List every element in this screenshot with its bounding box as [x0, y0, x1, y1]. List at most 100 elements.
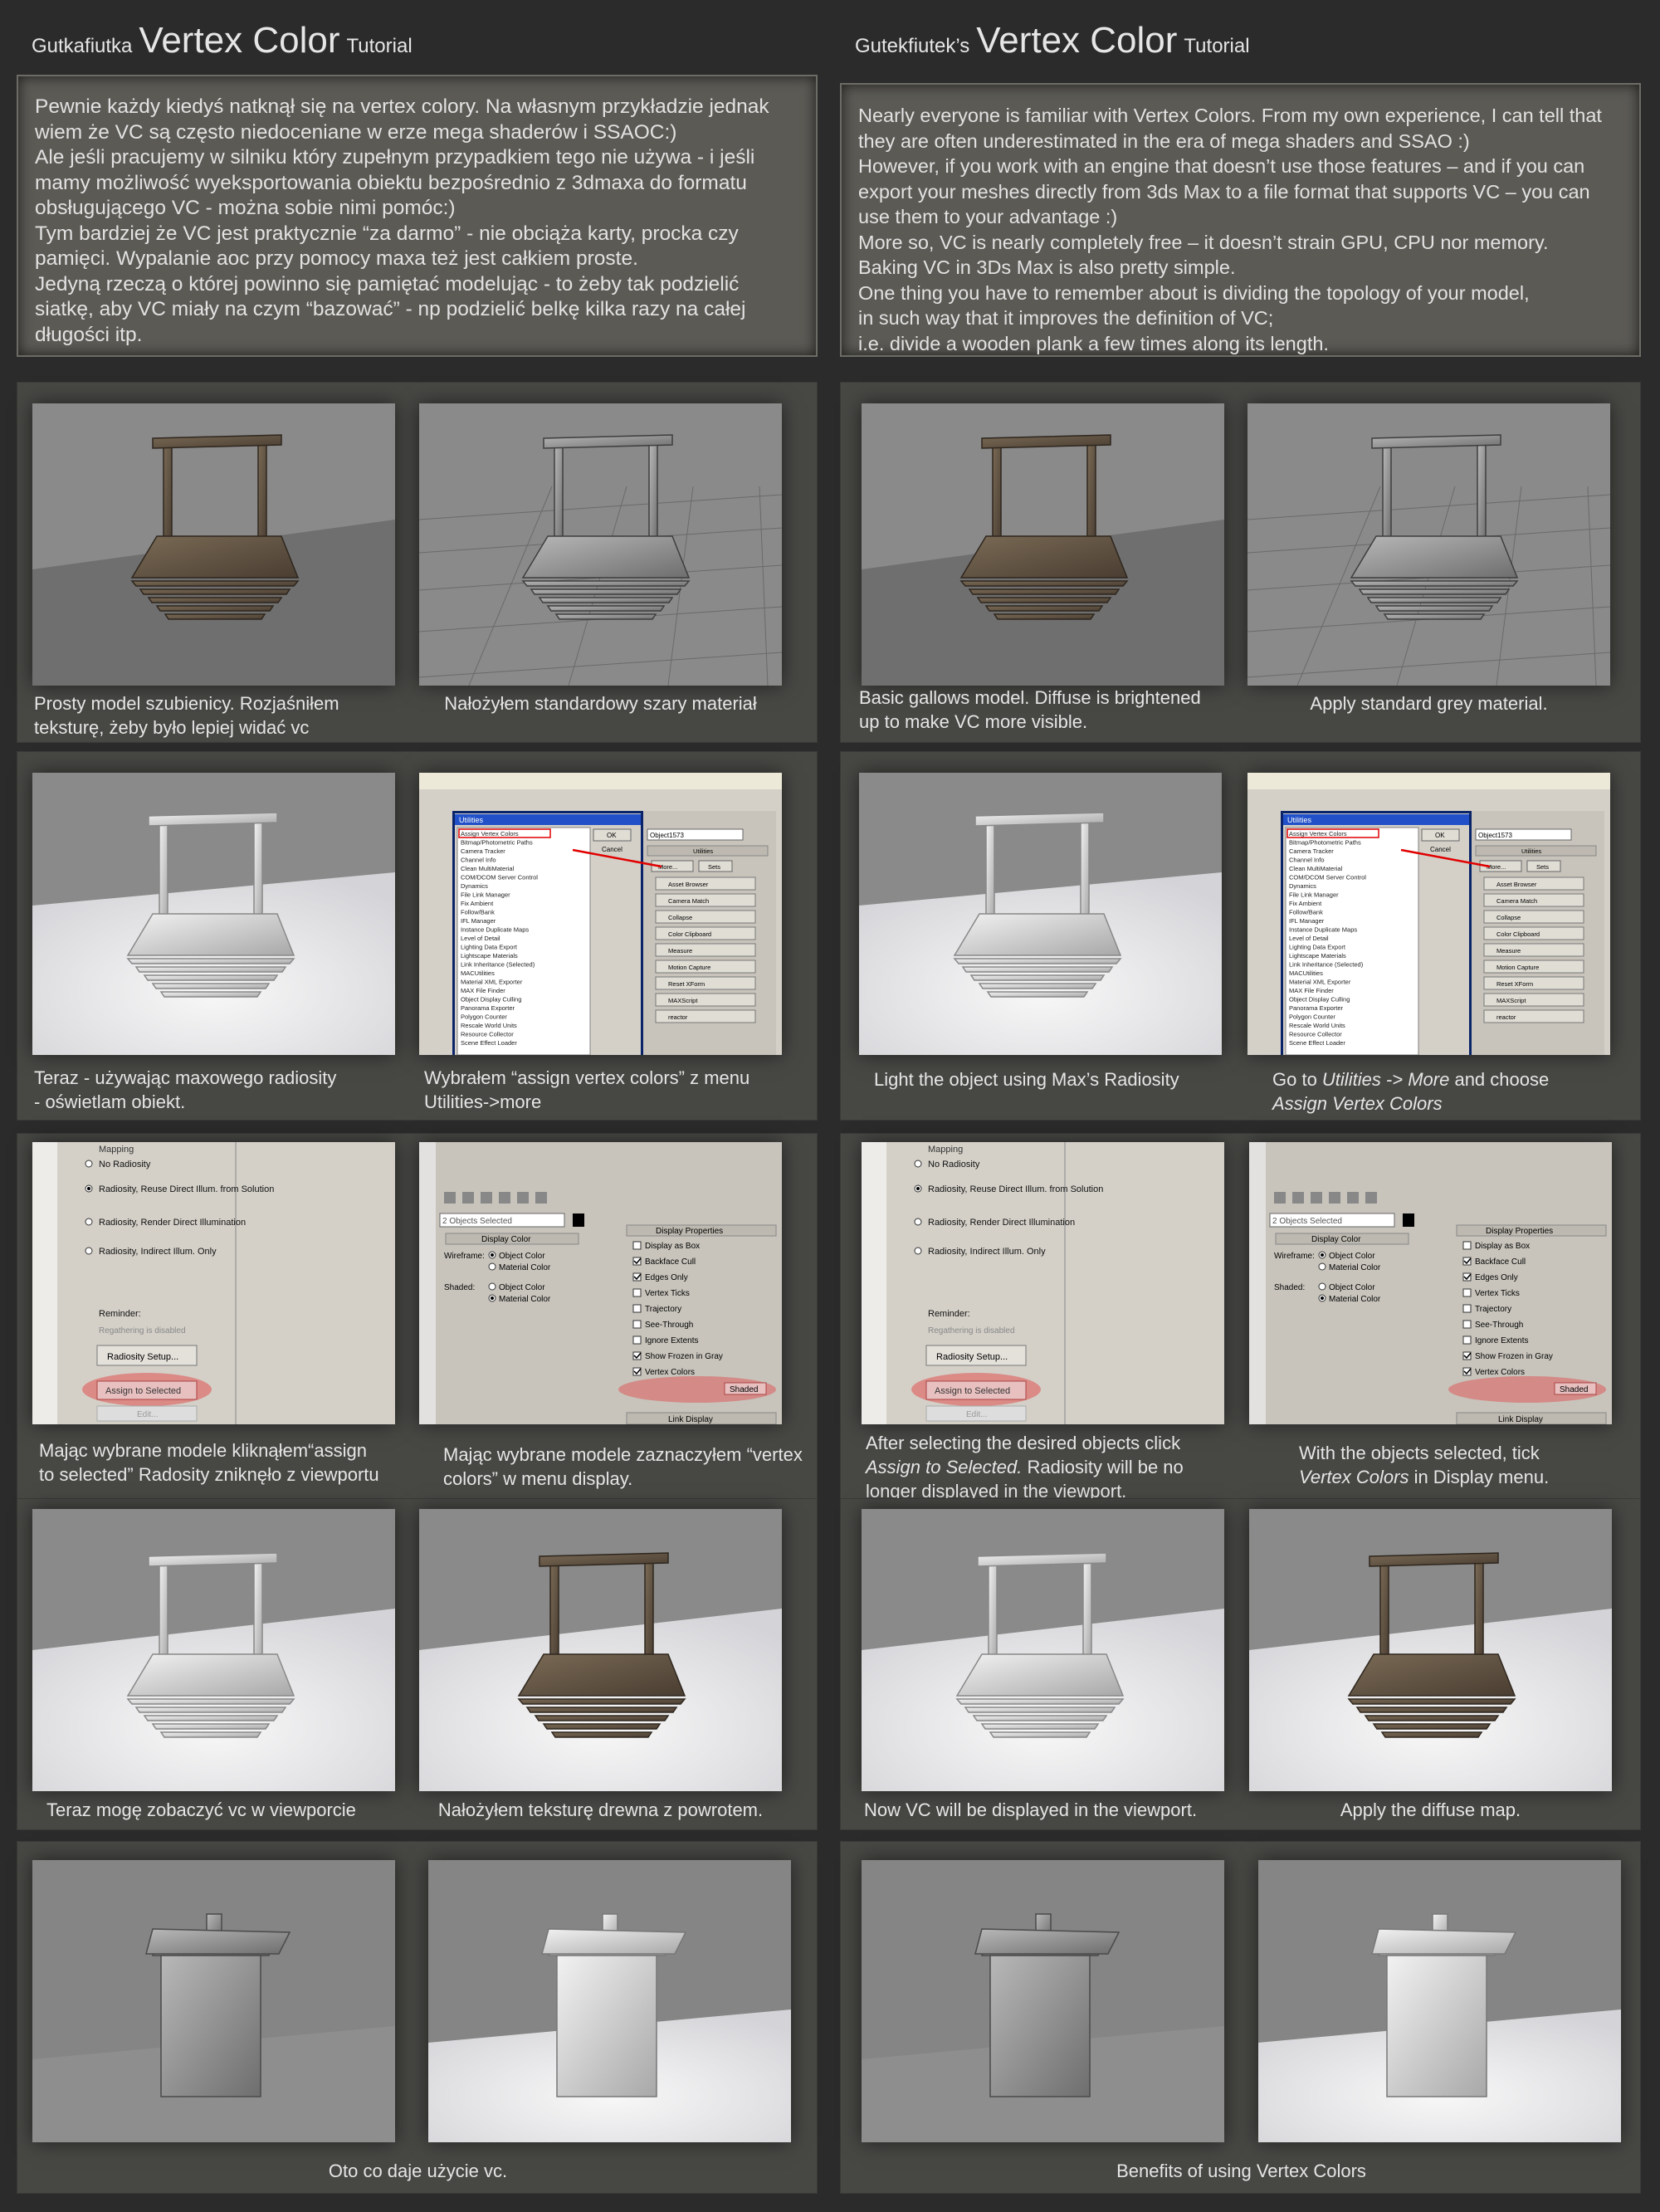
display-panel-screenshot: 2 Objects Selected Display Color Wirefra…: [419, 1142, 782, 1424]
utility-list-item: Lightscape Materials: [461, 952, 518, 960]
svg-text:Object1573: Object1573: [1478, 832, 1512, 839]
display-property-label: Ignore Extents: [645, 1336, 698, 1345]
intro-line: One thing you have to remember about is …: [858, 281, 1530, 304]
svg-text:Wireframe:: Wireframe:: [444, 1252, 485, 1261]
svg-text:Link Display: Link Display: [1498, 1415, 1543, 1424]
intro-line: Pewnie każdy kiedyś natknął się na verte…: [35, 95, 769, 118]
utility-list-item: Scene Effect Loader: [1289, 1039, 1345, 1047]
caption: Basic gallows model. Diffuse is brighten…: [859, 687, 1201, 732]
utility-button-label: Asset Browser: [1496, 881, 1537, 888]
svg-text:Object Color: Object Color: [499, 1283, 545, 1292]
checkbox: [632, 1336, 642, 1345]
utility-button-label: Reset XForm: [668, 980, 705, 988]
intro-panel: Pewnie każdy kiedyś natknął się na verte…: [17, 75, 818, 357]
utility-list-item: Fix Ambient: [461, 900, 494, 907]
utility-list-item: Camera Tracker: [1289, 847, 1334, 855]
radiosity-option: Radiosity, Reuse Direct Illum. from Solu…: [928, 1184, 1103, 1194]
utility-button-label: Color Clipboard: [668, 930, 711, 938]
utility-button-label: Asset Browser: [668, 881, 709, 888]
display-property-label: Show Frozen in Gray: [645, 1352, 723, 1361]
svg-text:OK: OK: [607, 832, 617, 839]
intro-line: in such way that it improves the definit…: [858, 307, 1274, 329]
utility-list-item: Lighting Data Export: [461, 944, 518, 951]
svg-text:Assign to Selected: Assign to Selected: [105, 1386, 181, 1396]
utility-list-item: Assign Vertex Colors: [1289, 830, 1347, 837]
radio-dot: [916, 1187, 920, 1190]
svg-text:Shaded: Shaded: [730, 1385, 758, 1394]
svg-text:Object Color: Object Color: [1329, 1252, 1375, 1261]
house-vc-render: [1258, 1860, 1621, 2142]
checkbox: [1462, 1241, 1472, 1250]
svg-text:Object Color: Object Color: [1329, 1283, 1375, 1292]
step-section-5: Benefits of using Vertex Colors: [840, 1841, 1641, 2194]
utility-button-label: Camera Match: [1496, 897, 1537, 905]
utility-list-item: Bitmap/Photometric Paths: [1289, 839, 1361, 847]
svg-text:Sets: Sets: [708, 863, 720, 871]
svg-text:2 Objects Selected: 2 Objects Selected: [442, 1217, 512, 1226]
svg-text:Display Properties: Display Properties: [1486, 1227, 1553, 1236]
checkbox: [632, 1320, 642, 1329]
radiosity-option: Radiosity, Render Direct Illumination: [99, 1218, 246, 1228]
intro-line: pamięci. Wypalanie aoc przy pomocy maxa …: [35, 247, 638, 270]
intro-line: mamy możliwość wyeksportowania obiektu b…: [35, 171, 747, 194]
display-property-label: Display as Box: [645, 1242, 700, 1251]
intro-line: export your meshes directly from 3ds Max…: [858, 180, 1590, 203]
svg-text:Display Properties: Display Properties: [656, 1227, 723, 1236]
utility-list-item: Material XML Exporter: [1289, 979, 1351, 986]
step-section-1: Basic gallows model. Diffuse is brighten…: [840, 382, 1641, 743]
utility-button-label: Camera Match: [668, 897, 709, 905]
caption: Apply the diffuse map.: [1340, 1799, 1521, 1820]
svg-text:Mapping: Mapping: [928, 1145, 963, 1155]
svg-text:Utilities: Utilities: [1521, 847, 1541, 855]
caption: Teraz - używając maxowego radiosity - oś…: [34, 1067, 337, 1112]
svg-text:Shaded:: Shaded:: [1274, 1283, 1305, 1292]
utilities-window-title: Utilities: [1287, 816, 1312, 824]
intro-line: obsługującego VC - można sobie nimi pomó…: [35, 197, 456, 219]
utility-list-item: Follow/Bank: [461, 909, 495, 916]
intro-line: Jedyną rzeczą o której powinno się pamię…: [35, 272, 740, 295]
caption: Oto co daje użycie vc.: [328, 2161, 508, 2181]
radio-button: [85, 1218, 93, 1226]
house-grey-render: [32, 1860, 395, 2142]
svg-text:Radiosity Setup...: Radiosity Setup...: [936, 1352, 1008, 1362]
display-property-label: Backface Cull: [645, 1257, 696, 1267]
step-section-5: Oto co daje użycie vc.: [17, 1841, 818, 2194]
title-main: Vertex Color: [976, 20, 1178, 61]
display-property-label: Edges Only: [645, 1273, 688, 1282]
gallows-vc-render: [32, 1509, 395, 1791]
utility-button-label: Motion Capture: [1496, 964, 1539, 971]
intro-line: Baking VC in 3Ds Max is also pretty simp…: [858, 256, 1236, 278]
gallows-textured-render: [32, 403, 395, 686]
intro-panel: Nearly everyone is familiar with Vertex …: [840, 83, 1641, 357]
svg-text:Cancel: Cancel: [1430, 846, 1451, 853]
radiosity-option: No Radiosity: [928, 1160, 980, 1169]
utility-list-item: Channel Info: [1289, 857, 1325, 864]
intro-line: More so, VC is nearly completely free – …: [858, 231, 1549, 253]
svg-text:Sets: Sets: [1536, 863, 1549, 871]
svg-text:Material Color: Material Color: [499, 1295, 551, 1304]
utility-list-item: Level of Detail: [461, 935, 500, 942]
utility-list-item: Polygon Counter: [461, 1013, 507, 1021]
utility-button-label: reactor: [1496, 1013, 1516, 1021]
svg-text:Regathering is disabled: Regathering is disabled: [99, 1326, 186, 1336]
utility-list-item: Object Display Culling: [461, 996, 521, 1003]
utility-button-label: Color Clipboard: [1496, 930, 1540, 938]
caption: Nałożyłem teksturę drewna z powrotem.: [437, 1799, 764, 1820]
utility-list-item: Channel Info: [461, 857, 496, 864]
utility-list-item: MAX File Finder: [1289, 987, 1334, 994]
gallows-grey-grid-render: [1247, 403, 1610, 686]
utility-list-item: Panorama Exporter: [1289, 1004, 1344, 1012]
utility-list-item: Material XML Exporter: [461, 979, 523, 986]
utility-button-label: Measure: [1496, 947, 1521, 955]
english-column: Gutekfiutek’s Vertex Color Tutorial Nearly…: [840, 0, 1658, 2212]
caption: Nałożyłem standardowy szary materiał: [444, 693, 757, 714]
utility-list-item: Resource Collector: [461, 1031, 514, 1038]
svg-text:Display Color: Display Color: [1311, 1235, 1361, 1244]
utility-list-item: Bitmap/Photometric Paths: [461, 839, 533, 847]
radiosity-panel-screenshot: Mapping No Radiosity Radiosity, Reuse Dir…: [862, 1142, 1224, 1424]
utility-list-item: Rescale World Units: [1289, 1022, 1345, 1029]
caption: With the objects selected, tick Vertex C…: [1299, 1443, 1550, 1487]
display-property-label: Vertex Ticks: [1475, 1289, 1520, 1298]
intro-line: długości itp.: [35, 323, 143, 346]
step-section-3: Mapping No Radiosity Radiosity, Reuse Dir…: [17, 1133, 818, 1506]
